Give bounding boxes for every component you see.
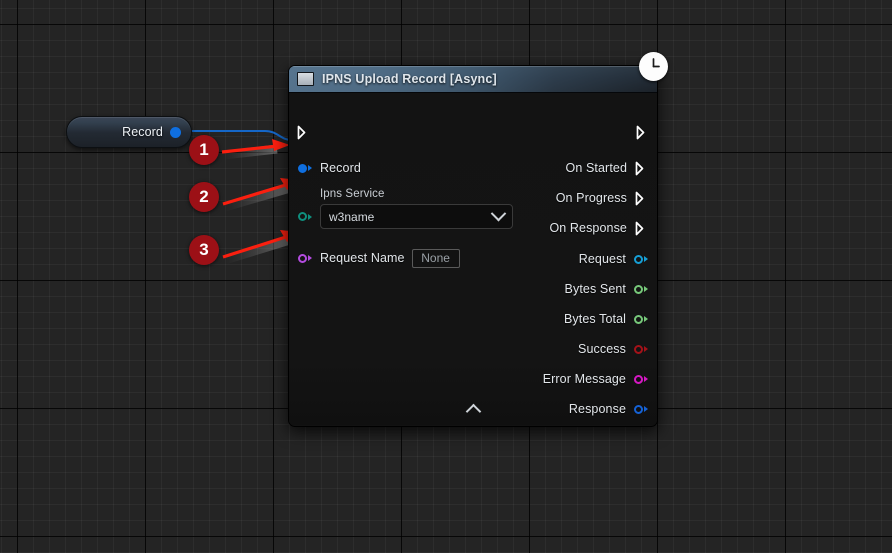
exec-output-pin-on-started[interactable] <box>635 161 648 176</box>
node-glyph-icon <box>297 72 314 86</box>
output-pin-row-on-started[interactable]: On Started <box>566 158 648 178</box>
clock-icon <box>639 52 668 81</box>
output-pin-label-on-response: On Response <box>549 221 627 235</box>
variable-node-record[interactable]: Record <box>66 116 192 148</box>
input-pin-label-record: Record <box>320 161 361 175</box>
output-pin-label-bytes-sent: Bytes Sent <box>564 282 626 296</box>
output-pin-row-error-message[interactable]: Error Message <box>543 369 648 389</box>
node-title: IPNS Upload Record [Async] <box>322 72 497 86</box>
node-title-bar[interactable]: IPNS Upload Record [Async] <box>289 66 657 93</box>
annotation-number-3: 3 <box>199 240 209 259</box>
exec-pin-row <box>289 121 657 143</box>
request-name-value: None <box>421 251 450 265</box>
output-pin-row-request[interactable]: Request <box>579 249 648 269</box>
output-pin-label-on-progress: On Progress <box>555 191 627 205</box>
input-pin-ipns-service[interactable] <box>298 212 312 221</box>
node-body: Record Ipns Service w3name Request Name … <box>289 93 657 425</box>
input-pin-request-name[interactable] <box>298 253 312 263</box>
exec-output-pin[interactable] <box>636 125 649 140</box>
blueprint-graph-canvas[interactable]: Record IPNS Upload Record [Async] Record… <box>0 0 892 553</box>
exec-input-pin[interactable] <box>297 125 310 140</box>
request-name-input[interactable]: None <box>411 248 460 268</box>
output-pin-bytes-sent[interactable] <box>634 284 648 294</box>
input-group-ipns-service[interactable]: Ipns Service w3name <box>298 188 513 229</box>
ipns-service-selected-value: w3name <box>329 209 375 224</box>
annotation-badge-3: 3 <box>189 235 219 265</box>
output-pin-label-on-started: On Started <box>565 161 627 175</box>
output-pin-row-bytes-sent[interactable]: Bytes Sent <box>565 279 648 299</box>
output-pin-request[interactable] <box>634 254 648 264</box>
input-label-ipns-service: Ipns Service <box>320 188 385 200</box>
output-pin-label-error-message: Error Message <box>542 372 626 386</box>
output-pin-label-request: Request <box>578 252 626 266</box>
node-collapse-button[interactable] <box>289 403 657 420</box>
input-pin-row-request-name[interactable]: Request Name None <box>298 248 460 268</box>
blueprint-node-ipns-upload-record[interactable]: IPNS Upload Record [Async] Record Ipns S… <box>288 65 658 427</box>
output-pin-row-success[interactable]: Success <box>578 339 648 359</box>
chevron-down-icon <box>490 205 507 222</box>
chevron-up-icon <box>465 403 481 420</box>
annotation-arrow-1 <box>221 139 290 160</box>
output-pin-label-success: Success <box>578 342 626 356</box>
output-pin-success[interactable] <box>634 344 648 354</box>
annotation-badge-2: 2 <box>189 182 219 212</box>
output-pin-error-message[interactable] <box>634 374 648 384</box>
annotation-number-2: 2 <box>199 187 209 206</box>
output-pin-label-bytes-total: Bytes Total <box>563 312 626 326</box>
variable-node-label: Record <box>122 125 163 139</box>
output-pin-row-on-progress[interactable]: On Progress <box>556 188 648 208</box>
output-pin-row-bytes-total[interactable]: Bytes Total <box>564 309 648 329</box>
variable-output-pin[interactable] <box>170 126 181 138</box>
exec-output-pin-on-progress[interactable] <box>635 191 648 206</box>
input-pin-label-request-name: Request Name <box>320 251 405 265</box>
annotation-badge-1: 1 <box>189 135 219 165</box>
ipns-service-dropdown[interactable]: w3name <box>320 204 513 229</box>
output-pin-bytes-total[interactable] <box>634 314 648 324</box>
input-pin-row-record[interactable]: Record <box>298 158 361 178</box>
exec-output-pin-on-response[interactable] <box>635 221 648 236</box>
output-pin-row-on-response[interactable]: On Response <box>549 218 648 238</box>
annotation-number-1: 1 <box>199 140 209 159</box>
input-pin-record[interactable] <box>298 163 312 173</box>
